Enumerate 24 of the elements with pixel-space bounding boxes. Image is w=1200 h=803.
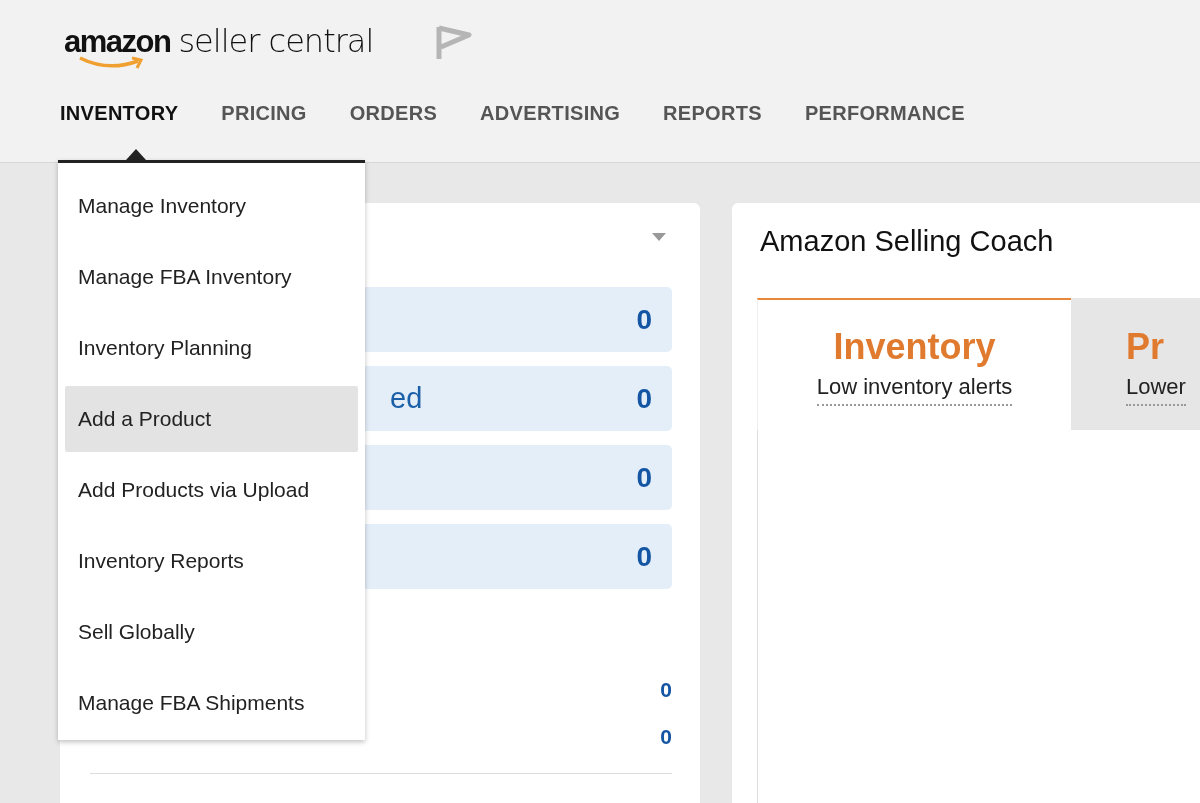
coach-tab[interactable]: Inventory Low inventory alerts (757, 298, 1071, 430)
nav-tab[interactable]: ADVERTISING (480, 102, 621, 125)
nav-tab[interactable]: ORDERS (349, 102, 438, 125)
menu-item[interactable]: Manage Inventory (65, 172, 358, 239)
coach-tab[interactable]: Pr Lower (1071, 298, 1200, 430)
summary-count: 0 (636, 382, 652, 415)
nav-tab[interactable]: PERFORMANCE (804, 102, 965, 125)
summary-label: ed (390, 382, 423, 415)
menu-item[interactable]: Add a Product (65, 385, 358, 452)
flag-icon[interactable] (435, 25, 474, 61)
smile-icon (78, 56, 144, 70)
logo[interactable]: amazon seller central (64, 22, 374, 72)
menu-item[interactable]: Manage FBA Shipments (65, 669, 358, 736)
menu-item[interactable]: Sell Globally (65, 598, 358, 665)
dropdown-caret-icon[interactable] (652, 233, 666, 241)
nav-tab[interactable]: PRICING (221, 102, 307, 125)
card-title: Amazon Selling Coach (759, 224, 1055, 259)
summary-count: 0 (636, 303, 652, 336)
summary-count: 0 (636, 540, 652, 573)
nav-tab[interactable]: REPORTS (663, 102, 762, 125)
stat-count[interactable]: 0 (660, 724, 672, 749)
stat-count[interactable]: 0 (660, 677, 672, 702)
summary-count: 0 (636, 461, 652, 494)
nav-tab[interactable]: INVENTORY (60, 102, 179, 125)
